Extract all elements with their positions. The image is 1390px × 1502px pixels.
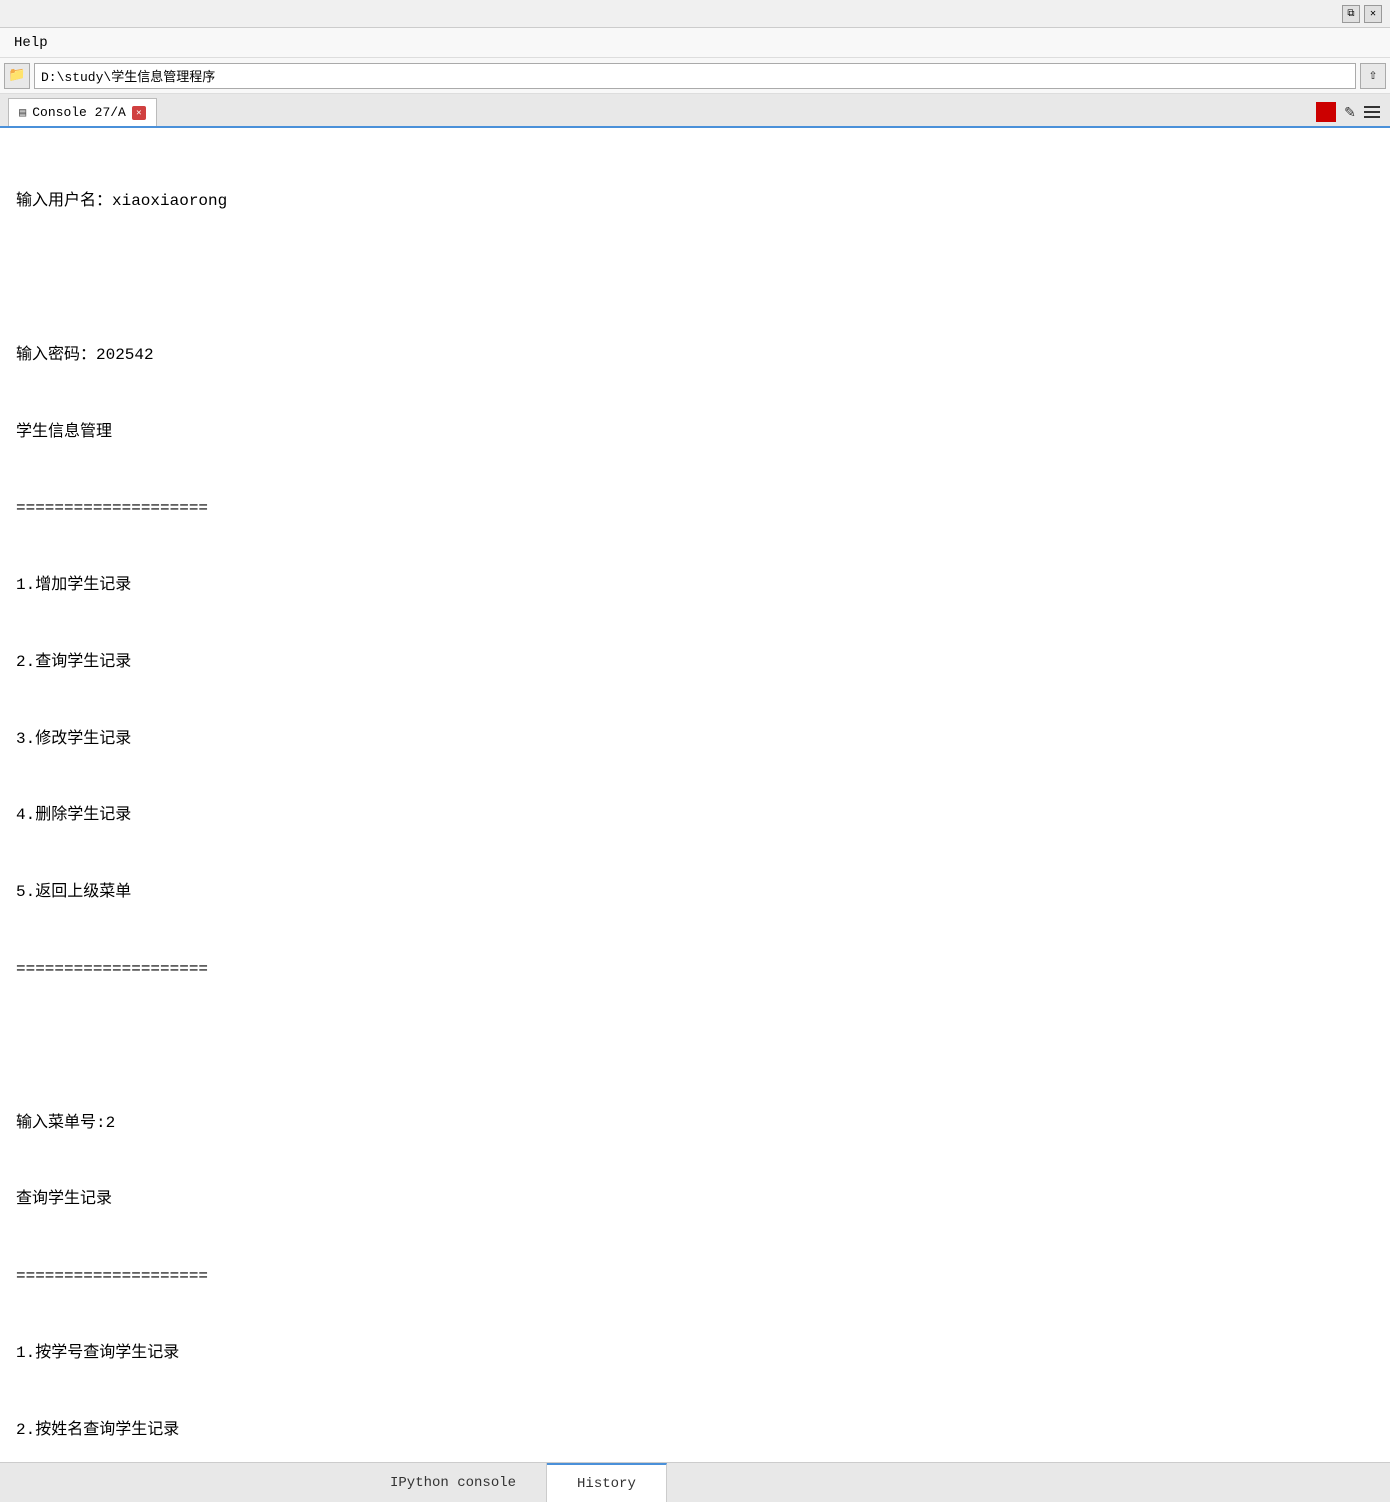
menu-button[interactable]	[1364, 102, 1384, 122]
path-bar: 📁 ⇧	[0, 58, 1390, 94]
history-tab[interactable]: History	[547, 1463, 667, 1502]
console-content: 输入用户名：xiaoxiaorong 输入密码：202542 学生信息管理 ==…	[16, 138, 1374, 1462]
tab-icon: ▤	[19, 105, 26, 120]
folder-icon: 📁	[8, 67, 25, 84]
console-line-3: 学生信息管理	[16, 420, 1374, 446]
path-input[interactable]	[34, 63, 1356, 89]
console-line-1	[16, 266, 1374, 292]
title-bar: ⧉ ✕	[0, 0, 1390, 28]
console-line-12: 输入菜单号:2	[16, 1111, 1374, 1137]
main-body: 输入用户名：xiaoxiaorong 输入密码：202542 学生信息管理 ==…	[0, 128, 1390, 1502]
menu-line-2	[1364, 111, 1380, 113]
bottom-tab-bar: IPython console History	[0, 1462, 1390, 1502]
tab-label: Console 27/A	[32, 105, 126, 120]
console-line-15: 1.按学号查询学生记录	[16, 1341, 1374, 1367]
ipython-console-tab[interactable]: IPython console	[360, 1463, 547, 1502]
console-line-14: ====================	[16, 1264, 1374, 1290]
console-area[interactable]: 输入用户名：xiaoxiaorong 输入密码：202542 学生信息管理 ==…	[0, 128, 1390, 1462]
title-controls: ⧉ ✕	[1342, 5, 1382, 23]
close-button[interactable]: ✕	[1364, 5, 1382, 23]
stop-button[interactable]	[1316, 102, 1336, 122]
tab-bar: ▤ Console 27/A ✕ ✎	[0, 94, 1390, 128]
console-line-4: ====================	[16, 496, 1374, 522]
pencil-button[interactable]: ✎	[1340, 102, 1360, 122]
console-line-2: 输入密码：202542	[16, 343, 1374, 369]
upload-button[interactable]: ⇧	[1360, 63, 1386, 89]
console-line-6: 2.查询学生记录	[16, 650, 1374, 676]
pencil-icon: ✎	[1344, 104, 1356, 120]
console-line-9: 5.返回上级菜单	[16, 880, 1374, 906]
history-label: History	[577, 1476, 636, 1492]
restore-button[interactable]: ⧉	[1342, 5, 1360, 23]
close-icon: ✕	[1370, 8, 1376, 20]
upload-icon: ⇧	[1369, 67, 1377, 84]
console-line-13: 查询学生记录	[16, 1187, 1374, 1213]
console-tab[interactable]: ▤ Console 27/A ✕	[8, 98, 157, 126]
menu-bar: Help	[0, 28, 1390, 58]
tab-close-button[interactable]: ✕	[132, 106, 146, 120]
folder-button[interactable]: 📁	[4, 63, 30, 89]
console-line-0: 输入用户名：xiaoxiaorong	[16, 189, 1374, 215]
console-line-16: 2.按姓名查询学生记录	[16, 1418, 1374, 1444]
menu-line-3	[1364, 116, 1380, 118]
main-window: ⧉ ✕ Help 📁 ⇧ ▤ Console 27/A ✕	[0, 0, 1390, 1502]
ipython-console-label: IPython console	[390, 1475, 516, 1491]
console-line-10: ====================	[16, 957, 1374, 983]
console-line-7: 3.修改学生记录	[16, 727, 1374, 753]
restore-icon: ⧉	[1347, 8, 1354, 20]
help-menu[interactable]: Help	[8, 33, 54, 53]
menu-line-1	[1364, 106, 1380, 108]
console-line-11	[16, 1034, 1374, 1060]
tab-close-icon: ✕	[136, 108, 141, 118]
toolbar-right: ✎	[1316, 102, 1384, 122]
console-line-8: 4.删除学生记录	[16, 803, 1374, 829]
console-line-5: 1.增加学生记录	[16, 573, 1374, 599]
